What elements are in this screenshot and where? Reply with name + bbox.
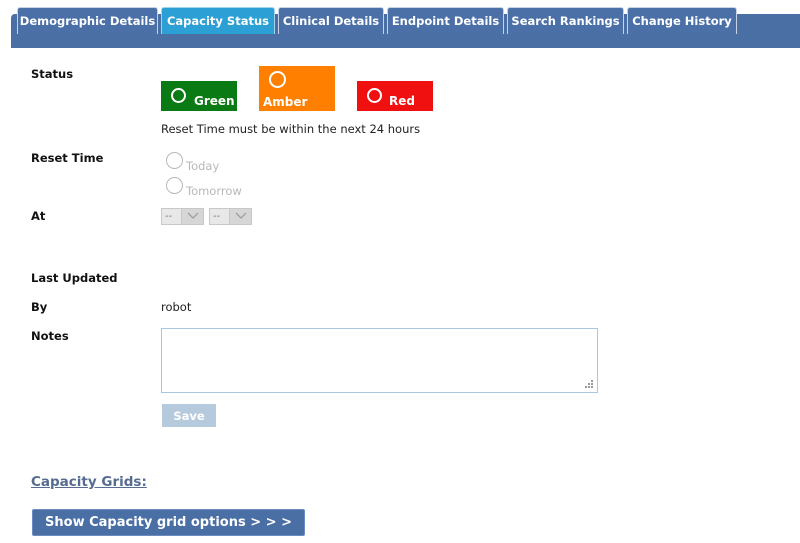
radio-icon[interactable] xyxy=(367,88,382,103)
reset-time-hint: Reset Time must be within the next 24 ho… xyxy=(161,122,421,136)
at-label: At xyxy=(31,209,46,223)
hour-select-value: -- xyxy=(165,211,173,222)
tab-endpoint-details[interactable]: Endpoint Details xyxy=(387,7,504,34)
notes-textarea[interactable] xyxy=(161,328,598,393)
chevron-down-icon[interactable] xyxy=(229,209,251,224)
radio-icon[interactable] xyxy=(166,177,183,194)
capacity-grids-link[interactable]: Capacity Grids: xyxy=(31,474,147,490)
radio-icon[interactable] xyxy=(171,88,186,103)
resize-grip-icon[interactable] xyxy=(584,379,594,389)
by-label: By xyxy=(31,300,48,314)
by-value: robot xyxy=(161,300,192,314)
status-red-option[interactable]: Red xyxy=(357,81,433,111)
reset-tomorrow-label: Tomorrow xyxy=(186,184,242,198)
show-capacity-grid-options-button[interactable]: Show Capacity grid options > > > xyxy=(32,509,305,536)
radio-icon[interactable] xyxy=(269,71,286,88)
reset-today-option[interactable]: Today xyxy=(166,152,219,173)
save-button[interactable]: Save xyxy=(162,404,216,427)
minute-select-value: -- xyxy=(213,211,221,222)
status-green-label: Green xyxy=(194,94,235,108)
notes-label: Notes xyxy=(31,329,69,343)
tab-capacity-status[interactable]: Capacity Status xyxy=(161,7,275,34)
tab-change-history[interactable]: Change History xyxy=(627,7,737,34)
status-red-label: Red xyxy=(389,94,415,108)
last-updated-label: Last Updated xyxy=(31,271,118,285)
hour-select[interactable]: -- xyxy=(161,208,204,225)
minute-select[interactable]: -- xyxy=(209,208,252,225)
reset-today-label: Today xyxy=(186,159,220,173)
status-green-option[interactable]: Green xyxy=(161,81,237,111)
reset-time-label: Reset Time xyxy=(31,151,104,165)
tab-search-rankings[interactable]: Search Rankings xyxy=(507,7,624,34)
tab-demographic-details[interactable]: Demographic Details xyxy=(17,7,158,34)
tab-clinical-details[interactable]: Clinical Details xyxy=(278,7,384,34)
chevron-down-icon[interactable] xyxy=(181,209,203,224)
status-amber-label: Amber xyxy=(263,95,308,109)
status-label: Status xyxy=(31,67,74,81)
radio-icon[interactable] xyxy=(166,152,183,169)
reset-tomorrow-option[interactable]: Tomorrow xyxy=(166,177,242,198)
status-amber-option[interactable]: Amber xyxy=(259,66,335,111)
